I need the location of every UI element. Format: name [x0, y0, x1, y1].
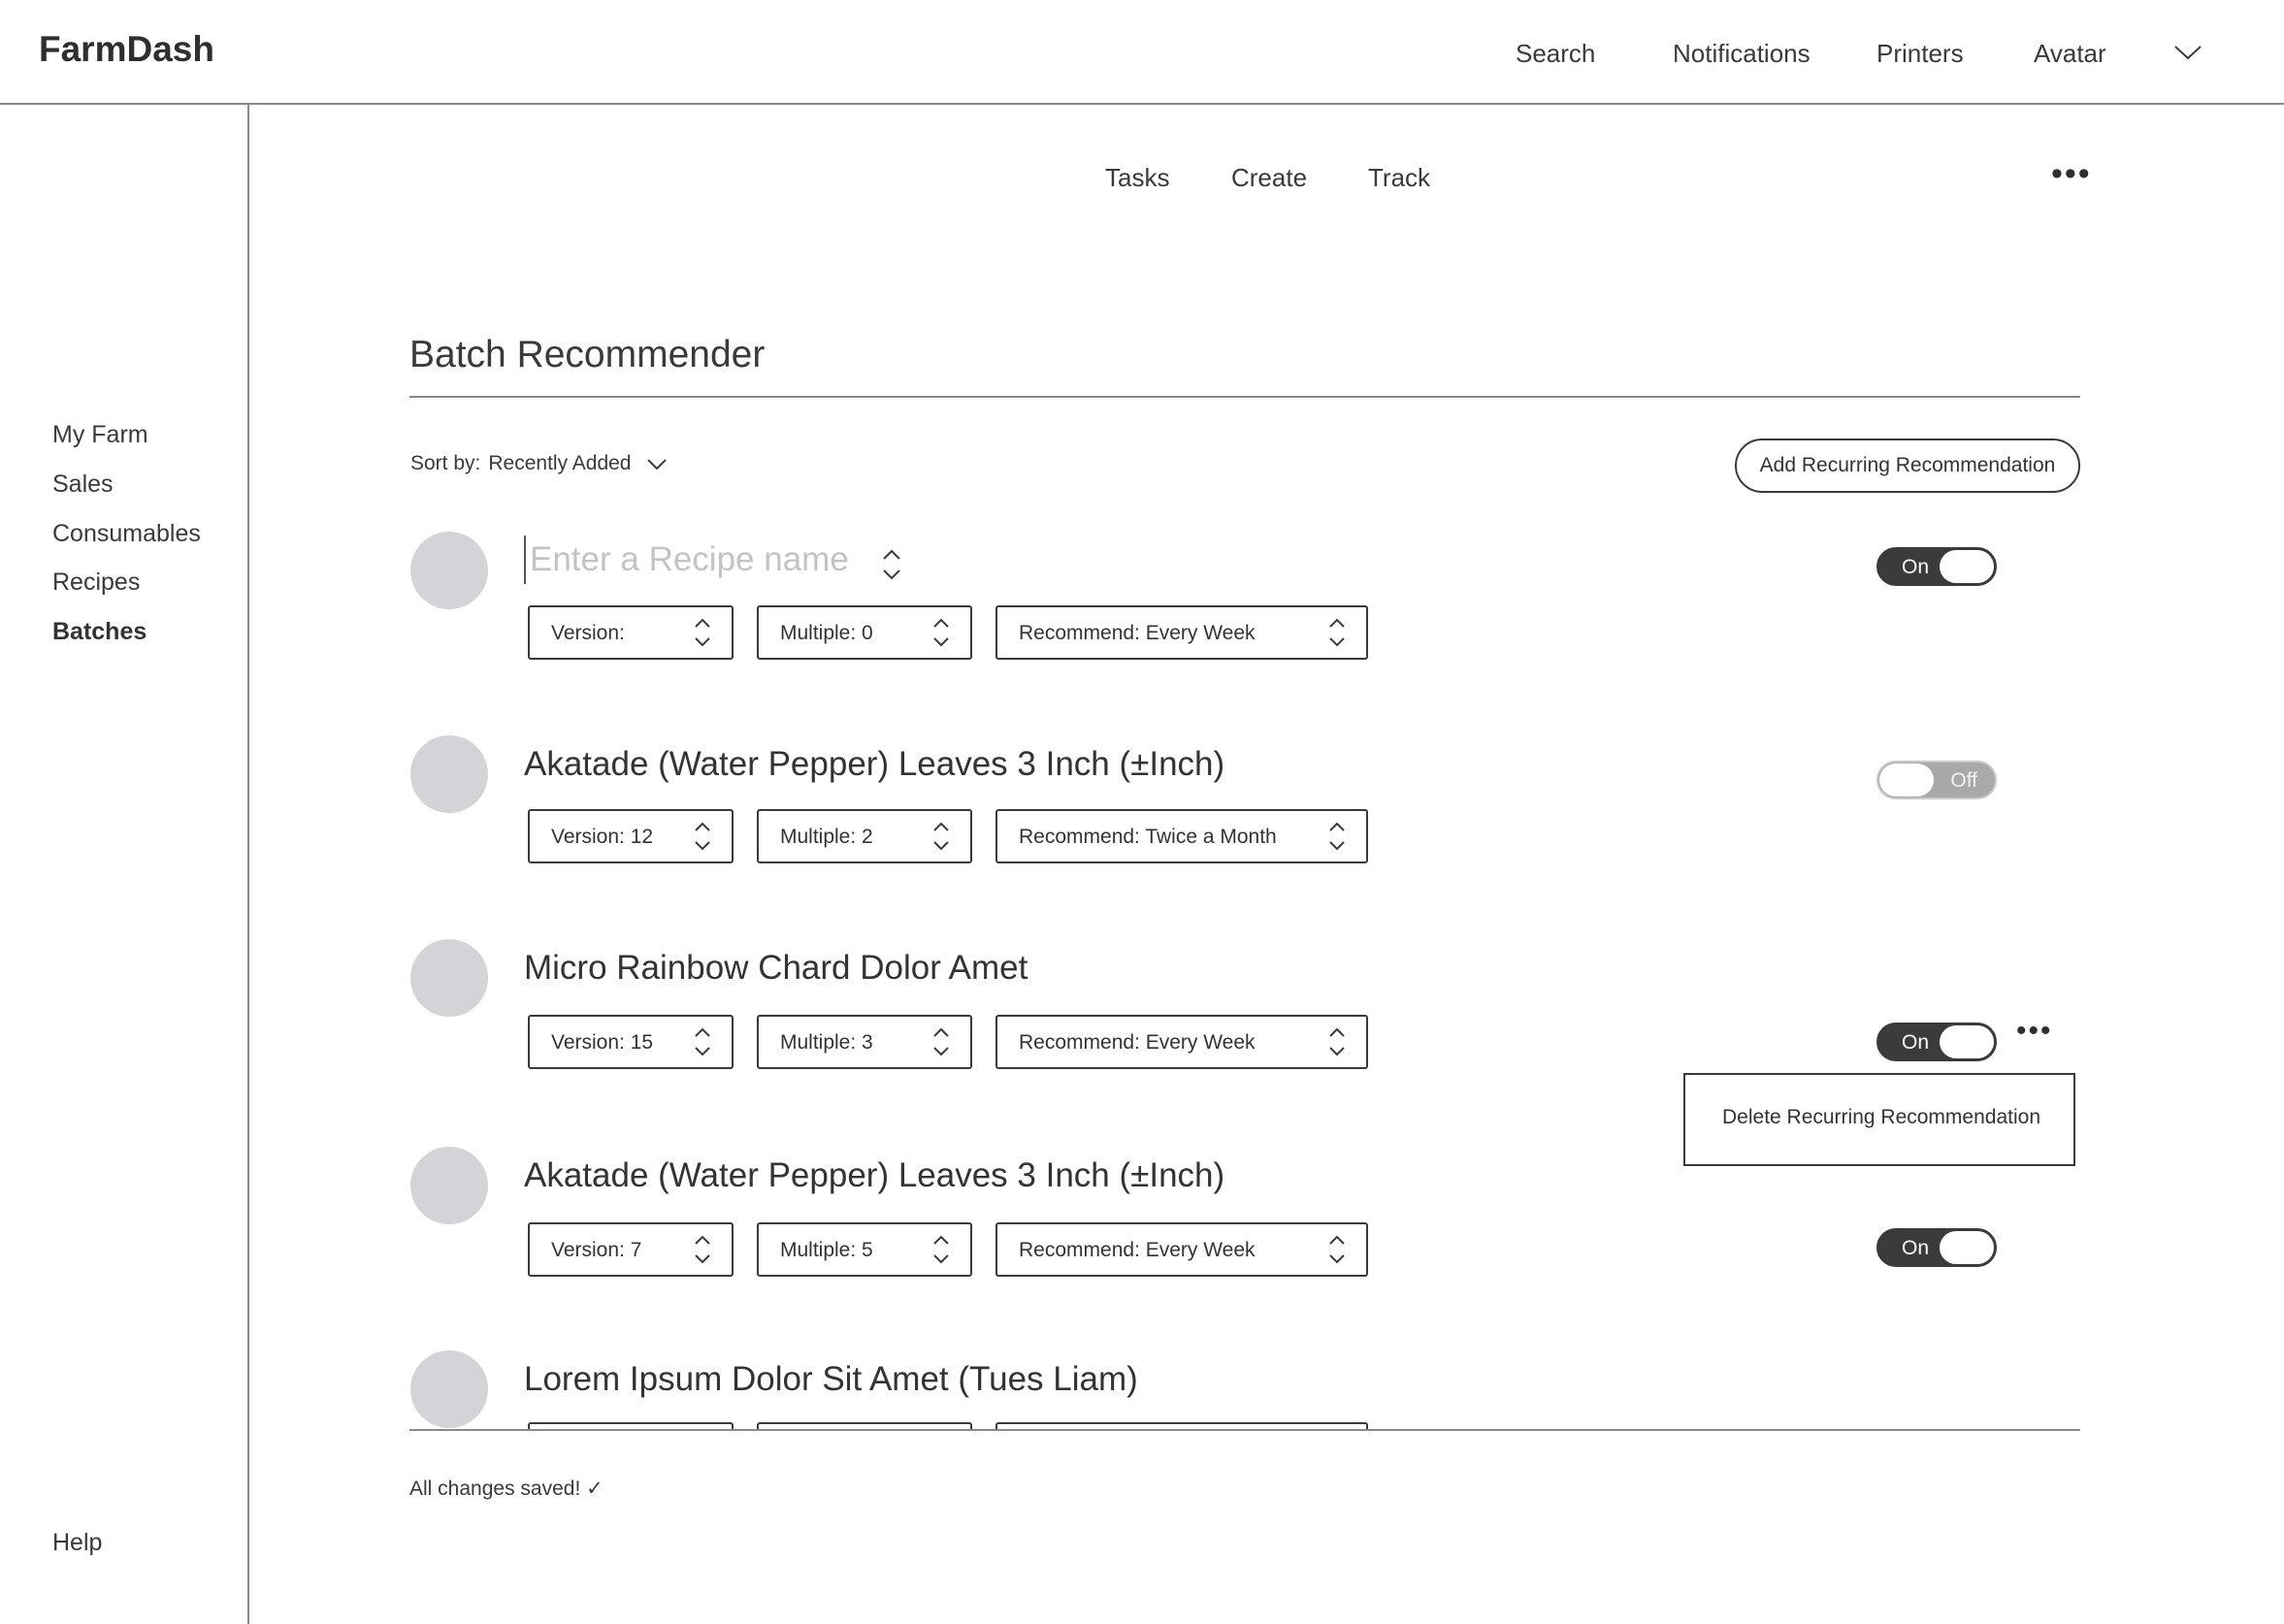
- sort-control[interactable]: Sort by: Recently Added: [410, 452, 631, 475]
- toggle-label: On: [1902, 1237, 1930, 1259]
- sort-label: Sort by:: [410, 452, 481, 474]
- stepper-icon[interactable]: [693, 1232, 712, 1267]
- top-bar: FarmDash Search Notifications Printers A…: [0, 0, 2284, 105]
- printers-link[interactable]: Printers: [1876, 39, 1964, 69]
- list-item: Akatade (Water Pepper) Leaves 3 Inch (±I…: [409, 708, 2080, 902]
- version-stepper[interactable]: Version:: [528, 605, 734, 660]
- more-horizontal-icon[interactable]: •••: [2051, 157, 2092, 190]
- version-label: Version: 7: [551, 1239, 642, 1261]
- chevron-down-icon[interactable]: [646, 458, 668, 471]
- stepper-icon[interactable]: [1327, 615, 1347, 650]
- sidebar-item-sales[interactable]: Sales: [52, 471, 114, 499]
- search-link[interactable]: Search: [1516, 39, 1595, 69]
- recommend-select[interactable]: Recommend: Twice a Month: [995, 809, 1368, 863]
- recipe-name: Akatade (Water Pepper) Leaves 3 Inch (±I…: [524, 745, 1225, 783]
- toggle-knob: [1879, 763, 1934, 796]
- recipe-avatar: [410, 735, 488, 813]
- stepper-icon[interactable]: [1327, 1232, 1347, 1267]
- recommend-select[interactable]: Recommend: Every Week: [995, 605, 1368, 660]
- version-stepper[interactable]: Version: 12: [528, 809, 734, 863]
- tab-tasks[interactable]: Tasks: [1105, 163, 1169, 193]
- recommendation-toggle[interactable]: On: [1876, 1023, 1997, 1061]
- recommend-label: Recommend: Every Week: [1019, 1239, 1256, 1261]
- toggle-label: On: [1902, 556, 1930, 578]
- multiple-stepper[interactable]: Multiple: 3: [757, 1015, 972, 1069]
- version-label: Version:: [551, 622, 625, 644]
- recommend-select[interactable]: Recommend: Every Week: [995, 1015, 1368, 1069]
- recipe-avatar: [410, 1147, 488, 1224]
- recommend-select[interactable]: Recommend: Every Week: [995, 1222, 1368, 1277]
- stepper-icon[interactable]: [693, 1024, 712, 1059]
- recipe-avatar: [410, 532, 488, 609]
- delete-recurring-recommendation-item[interactable]: Delete Recurring Recommendation: [1722, 1106, 2040, 1129]
- toggle-knob: [1940, 1231, 1994, 1264]
- recipe-name-input[interactable]: [524, 536, 873, 584]
- stepper-icon[interactable]: [931, 819, 951, 854]
- sidebar-item-recipes[interactable]: Recipes: [52, 568, 140, 597]
- toggle-knob: [1940, 1025, 1994, 1058]
- sort-value[interactable]: Recently Added: [488, 452, 631, 474]
- stepper-icon[interactable]: [1327, 1024, 1347, 1059]
- sidebar-item-help[interactable]: Help: [52, 1529, 102, 1557]
- stepper-icon[interactable]: [693, 615, 712, 650]
- recommend-label: Recommend: Every Week: [1019, 622, 1256, 644]
- stepper-icon[interactable]: [931, 1232, 951, 1267]
- save-status: All changes saved! ✓: [409, 1478, 604, 1500]
- recommend-label: Recommend: Twice a Month: [1019, 826, 1277, 848]
- recipe-name: Akatade (Water Pepper) Leaves 3 Inch (±I…: [524, 1156, 1225, 1194]
- version-stepper[interactable]: Version: 7: [528, 1222, 734, 1277]
- version-label: Version: 12: [551, 826, 654, 848]
- stepper-icon[interactable]: [931, 615, 951, 650]
- multiple-stepper[interactable]: Multiple: 2: [757, 809, 972, 863]
- stepper-icon[interactable]: [881, 547, 902, 582]
- title-divider: [409, 396, 2080, 398]
- multiple-stepper[interactable]: Multiple: 0: [757, 605, 972, 660]
- sidebar-item-batches[interactable]: Batches: [52, 618, 147, 646]
- tab-create[interactable]: Create: [1231, 163, 1307, 193]
- list-item: Lorem Ipsum Dolor Sit Amet (Tues Liam): [409, 1323, 2080, 1430]
- recommend-label: Recommend: Every Week: [1019, 1031, 1256, 1054]
- brand-logo[interactable]: FarmDash: [39, 29, 214, 70]
- list-divider: [409, 1429, 2080, 1431]
- add-recurring-recommendation-button[interactable]: Add Recurring Recommendation: [1735, 438, 2080, 493]
- sidebar-item-my-farm[interactable]: My Farm: [52, 421, 148, 449]
- stepper-icon[interactable]: [693, 819, 712, 854]
- page-title: Batch Recommender: [409, 334, 766, 375]
- list-item: Version: Multiple: 0 Recommend: Every We…: [409, 504, 2080, 698]
- version-label: Version: 15: [551, 1031, 654, 1054]
- recipe-avatar: [410, 939, 488, 1017]
- more-horizontal-icon[interactable]: •••: [2016, 1017, 2053, 1046]
- multiple-label: Multiple: 2: [780, 826, 873, 848]
- recommendation-toggle[interactable]: On: [1876, 547, 1997, 586]
- toggle-label: On: [1902, 1031, 1930, 1054]
- notifications-link[interactable]: Notifications: [1673, 39, 1811, 69]
- version-stepper[interactable]: Version: 15: [528, 1015, 734, 1069]
- stepper-icon[interactable]: [931, 1024, 951, 1059]
- sidebar: My Farm Sales Consumables Recipes Batche…: [0, 105, 249, 1624]
- chevron-down-icon[interactable]: [2173, 43, 2202, 62]
- toggle-knob: [1940, 550, 1994, 583]
- multiple-label: Multiple: 0: [780, 622, 873, 644]
- multiple-label: Multiple: 5: [780, 1239, 873, 1261]
- tab-track[interactable]: Track: [1368, 163, 1430, 193]
- recommendation-toggle[interactable]: On: [1876, 1228, 1997, 1267]
- avatar-link[interactable]: Avatar: [2034, 39, 2106, 69]
- recipe-name: Micro Rainbow Chard Dolor Amet: [524, 949, 1028, 987]
- stepper-icon[interactable]: [1327, 819, 1347, 854]
- sidebar-item-consumables[interactable]: Consumables: [52, 520, 201, 548]
- row-context-menu: Delete Recurring Recommendation: [1683, 1073, 2075, 1166]
- multiple-label: Multiple: 3: [780, 1031, 873, 1054]
- multiple-stepper[interactable]: Multiple: 5: [757, 1222, 972, 1277]
- recipe-name: Lorem Ipsum Dolor Sit Amet (Tues Liam): [524, 1360, 1138, 1398]
- recipe-avatar: [410, 1350, 488, 1428]
- toggle-label: Off: [1950, 769, 1977, 792]
- recommendation-toggle[interactable]: Off: [1876, 761, 1997, 799]
- recommendation-list: Version: Multiple: 0 Recommend: Every We…: [409, 504, 2080, 1430]
